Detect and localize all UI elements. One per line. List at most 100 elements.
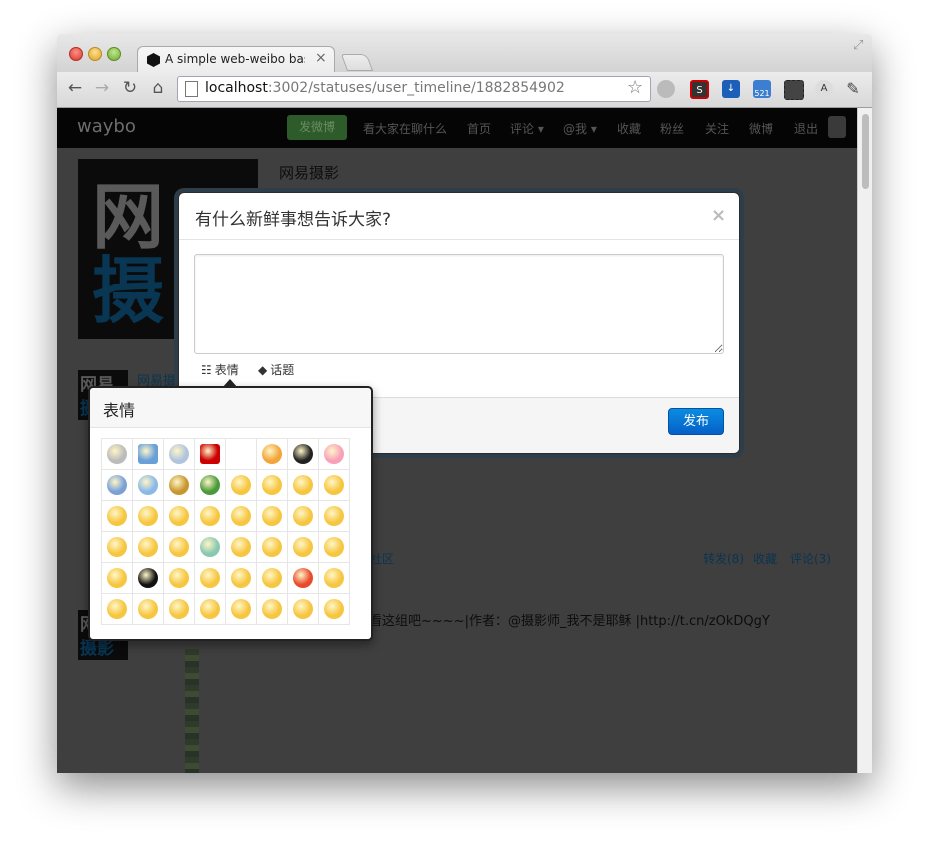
- emoticon-cell[interactable]: [102, 439, 133, 470]
- emoticon-cell[interactable]: [195, 439, 226, 470]
- topic-link[interactable]: ◆ 话题: [258, 361, 294, 378]
- emoticon-cell[interactable]: [102, 563, 133, 594]
- publish-button[interactable]: 发布: [668, 408, 724, 435]
- extension-screenshot-icon[interactable]: [784, 80, 804, 100]
- nav-favorites[interactable]: 收藏: [617, 120, 641, 137]
- extension-s-icon[interactable]: S: [690, 80, 709, 99]
- site-brand[interactable]: waybo: [77, 116, 136, 137]
- emoticon-icon: [200, 475, 220, 495]
- nav-comments[interactable]: 评论 ▾: [510, 120, 544, 137]
- emoticon-cell[interactable]: [195, 501, 226, 532]
- emoticon-cell[interactable]: [319, 532, 350, 563]
- compose-textarea[interactable]: [194, 254, 724, 354]
- emoticon-cell[interactable]: [133, 470, 164, 501]
- emoticon-cell[interactable]: [257, 470, 288, 501]
- nav-home[interactable]: 首页: [467, 120, 491, 137]
- emoticon-cell[interactable]: [164, 501, 195, 532]
- emoticon-cell[interactable]: [226, 470, 257, 501]
- emoticon-cell[interactable]: [164, 532, 195, 563]
- emoticon-cell[interactable]: [195, 563, 226, 594]
- title-bar: A simple web-weibo base on × ⤢: [57, 34, 872, 73]
- extension-download-icon[interactable]: ↓: [722, 80, 740, 98]
- emoticon-cell[interactable]: [102, 470, 133, 501]
- community-link[interactable]: 社区: [370, 550, 394, 567]
- emoticon-cell[interactable]: [226, 594, 257, 625]
- nav-fans[interactable]: 粉丝: [660, 120, 684, 137]
- emoticon-cell[interactable]: [257, 532, 288, 563]
- new-tab-button[interactable]: [340, 54, 374, 71]
- modal-header: 有什么新鲜事想告诉大家? ×: [179, 193, 739, 240]
- wrench-icon[interactable]: ✎: [844, 80, 862, 98]
- nav-logout[interactable]: 退出: [794, 120, 818, 137]
- emoticon-cell[interactable]: [226, 439, 257, 470]
- nav-mentions[interactable]: @我 ▾: [563, 120, 597, 137]
- comment-link[interactable]: 评论(3): [790, 550, 831, 567]
- emoticon-cell[interactable]: [102, 532, 133, 563]
- emoticon-cell[interactable]: [319, 439, 350, 470]
- emoticon-icon: [231, 506, 251, 526]
- reload-icon[interactable]: ↻: [120, 78, 140, 98]
- emoticon-cell[interactable]: [133, 501, 164, 532]
- scrollbar-thumb[interactable]: [862, 114, 869, 189]
- post-weibo-button[interactable]: 发微博: [287, 115, 347, 140]
- emoticon-cell[interactable]: [133, 439, 164, 470]
- emoticon-cell[interactable]: [195, 470, 226, 501]
- feed-photo[interactable]: [185, 649, 199, 773]
- emoticon-cell[interactable]: [133, 594, 164, 625]
- emoticon-cell[interactable]: [257, 594, 288, 625]
- emoticon-cell[interactable]: [288, 439, 319, 470]
- emoticon-cell[interactable]: [133, 563, 164, 594]
- browser-toolbar: ← → ↻ ⌂ localhost:3002/statuses/user_tim…: [57, 72, 872, 108]
- emoticon-cell[interactable]: [319, 470, 350, 501]
- fullscreen-icon[interactable]: ⤢: [853, 38, 863, 53]
- emoticon-cell[interactable]: [288, 532, 319, 563]
- tab-close-icon[interactable]: ×: [315, 50, 327, 66]
- modal-close-icon[interactable]: ×: [711, 205, 726, 226]
- extension-a-icon[interactable]: A: [815, 80, 833, 98]
- emoticon-cell[interactable]: [319, 501, 350, 532]
- emoticon-cell[interactable]: [195, 532, 226, 563]
- back-arrow-icon[interactable]: ←: [65, 78, 85, 98]
- zoom-window-button[interactable]: [107, 47, 121, 61]
- extension-badge-icon[interactable]: 521: [753, 80, 771, 98]
- repost-link[interactable]: 转发(8): [703, 550, 744, 567]
- emoticon-cell[interactable]: [102, 501, 133, 532]
- user-avatar[interactable]: [828, 116, 846, 138]
- emoticon-icon: [262, 506, 282, 526]
- emoticon-icon: [293, 506, 313, 526]
- emoticon-cell[interactable]: [226, 563, 257, 594]
- close-window-button[interactable]: [69, 47, 83, 61]
- emoticon-cell[interactable]: [133, 532, 164, 563]
- emoticon-link[interactable]: ☷ 表情: [201, 361, 239, 378]
- emoticon-cell[interactable]: [257, 501, 288, 532]
- emoticon-cell[interactable]: [164, 470, 195, 501]
- favorite-link[interactable]: 收藏: [753, 550, 777, 567]
- emoticon-icon: [262, 537, 282, 557]
- emoticon-cell[interactable]: [164, 594, 195, 625]
- emoticon-cell[interactable]: [288, 470, 319, 501]
- emoticon-cell[interactable]: [257, 439, 288, 470]
- bookmark-star-icon[interactable]: ☆: [627, 77, 643, 98]
- vertical-scrollbar[interactable]: [857, 108, 872, 773]
- nav-following[interactable]: 关注: [705, 120, 729, 137]
- forward-arrow-icon[interactable]: →: [92, 78, 112, 98]
- extension-globe-icon[interactable]: [657, 80, 675, 98]
- emoticon-cell[interactable]: [288, 594, 319, 625]
- emoticon-cell[interactable]: [195, 594, 226, 625]
- emoticon-cell[interactable]: [164, 439, 195, 470]
- emoticon-cell[interactable]: [226, 501, 257, 532]
- emoticon-cell[interactable]: [257, 563, 288, 594]
- browser-tab[interactable]: A simple web-weibo base on ×: [137, 46, 335, 73]
- emoticon-cell[interactable]: [226, 532, 257, 563]
- emoticon-cell[interactable]: [288, 563, 319, 594]
- emoticon-cell[interactable]: [102, 594, 133, 625]
- address-bar[interactable]: localhost:3002/statuses/user_timeline/18…: [177, 76, 651, 102]
- nav-weibo[interactable]: 微博: [749, 120, 773, 137]
- emoticon-cell[interactable]: [288, 501, 319, 532]
- emoticon-cell[interactable]: [319, 563, 350, 594]
- emoticon-cell[interactable]: [164, 563, 195, 594]
- nav-trending[interactable]: 看大家在聊什么: [363, 120, 447, 137]
- minimize-window-button[interactable]: [88, 47, 102, 61]
- home-icon[interactable]: ⌂: [148, 78, 168, 98]
- emoticon-cell[interactable]: [319, 594, 350, 625]
